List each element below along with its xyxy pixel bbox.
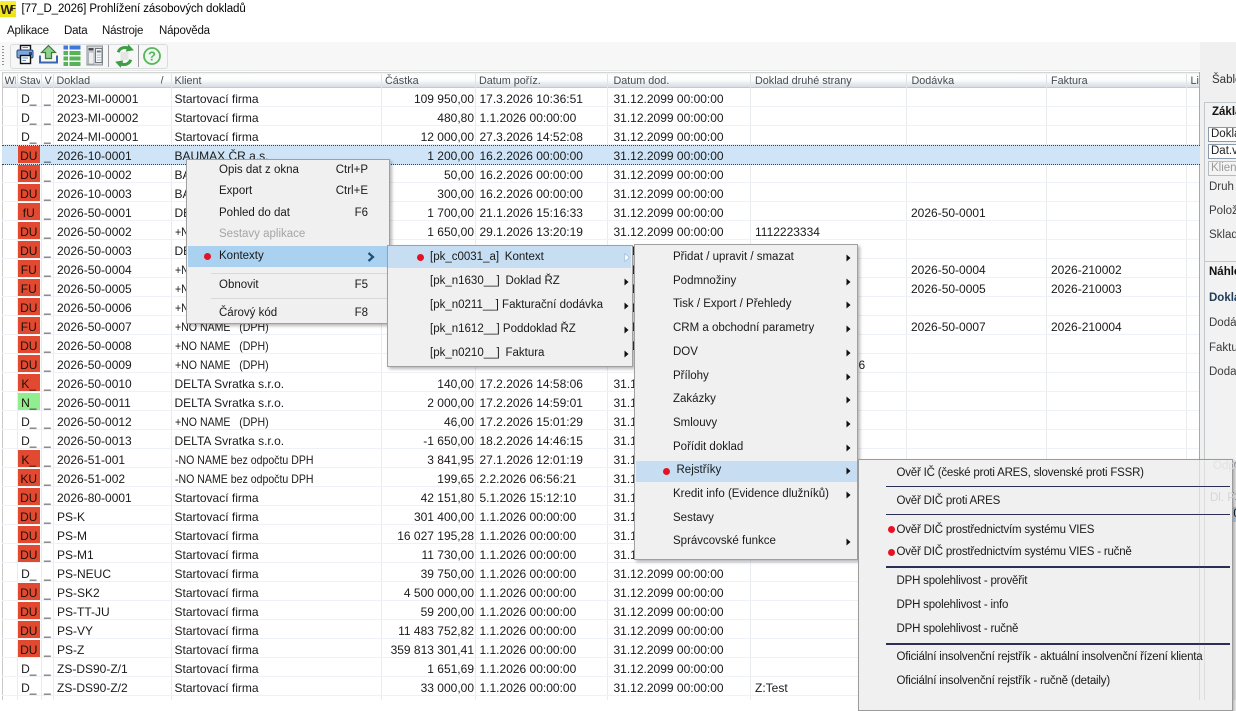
- svg-text:?: ?: [148, 49, 156, 64]
